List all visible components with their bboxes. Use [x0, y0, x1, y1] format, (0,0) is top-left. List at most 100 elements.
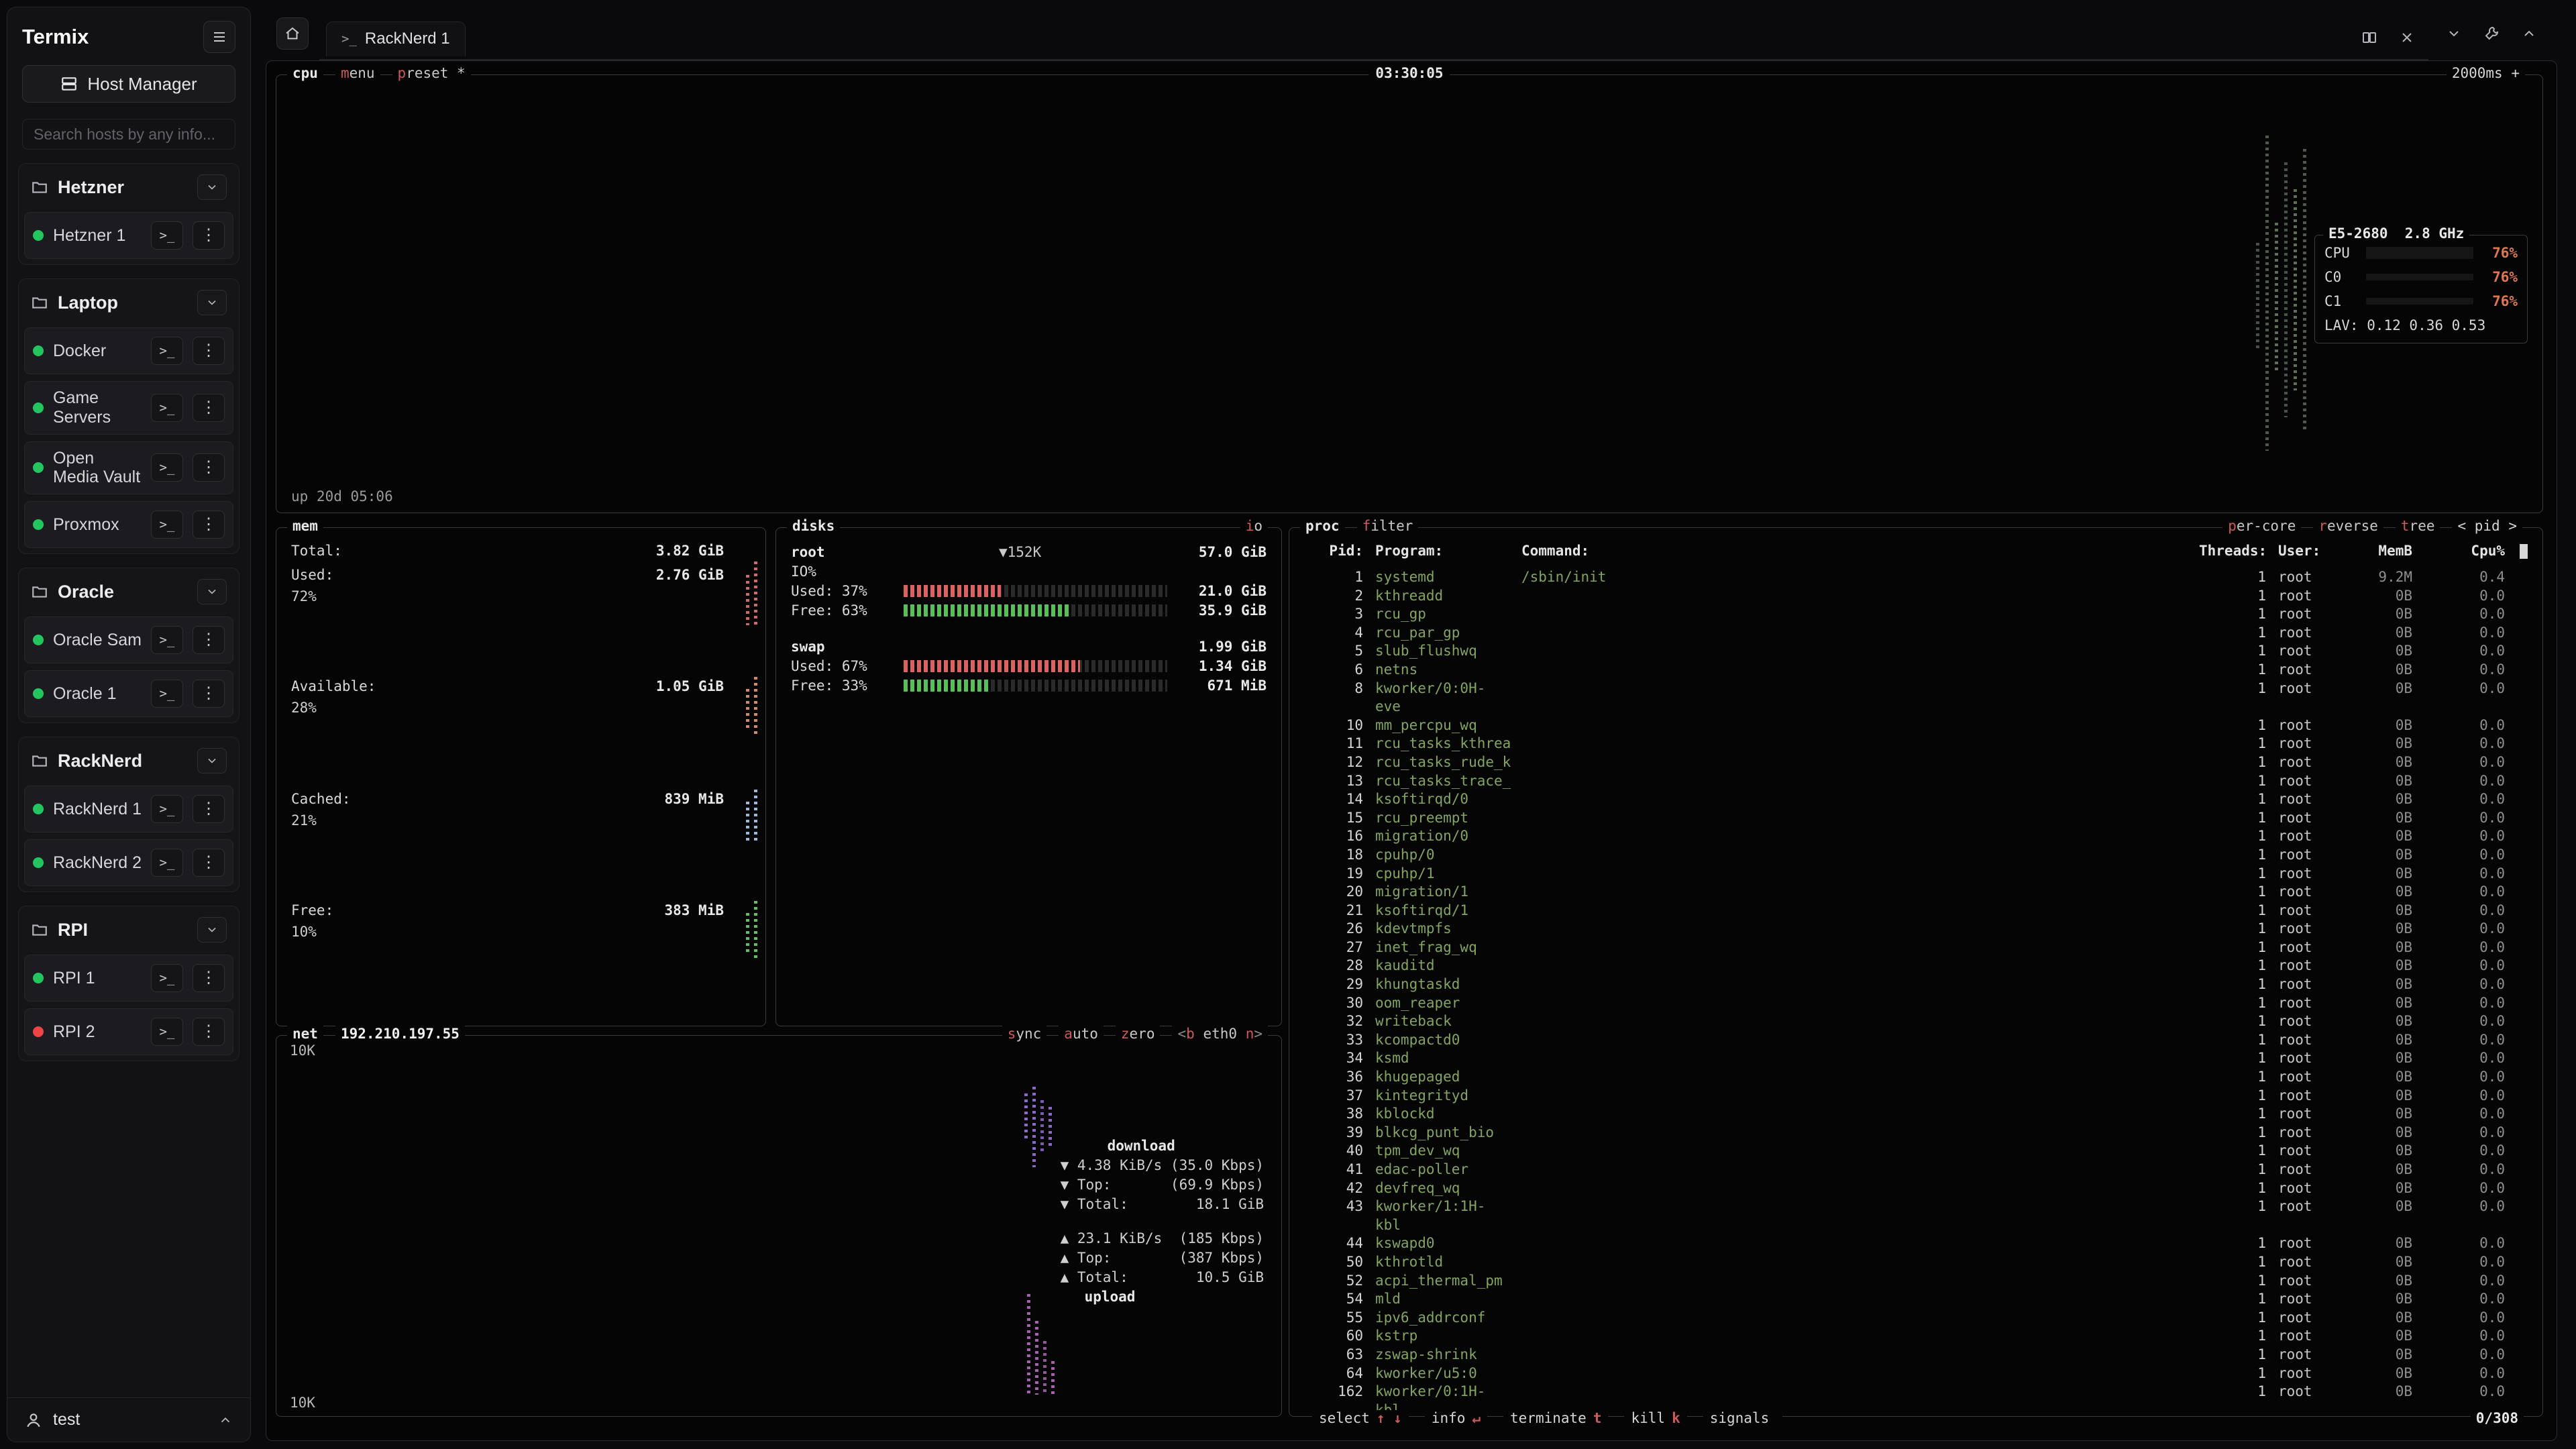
host-menu-button[interactable]: ⋮: [193, 337, 225, 365]
home-button[interactable]: [276, 17, 309, 50]
split-view-button[interactable]: [2355, 23, 2384, 52]
tree-toggle[interactable]: tree: [2396, 518, 2440, 534]
host-item[interactable]: Oracle 1 >_ ⋮: [24, 670, 233, 717]
chevron-up-icon[interactable]: [218, 1413, 233, 1428]
group-collapse-button[interactable]: [197, 579, 227, 604]
net-interface-switch[interactable]: <b eth0 n>: [1172, 1026, 1268, 1042]
reverse-toggle[interactable]: reverse: [2313, 518, 2383, 534]
group-header[interactable]: RackNerd: [24, 743, 233, 779]
filter-toggle[interactable]: filter: [1357, 518, 1419, 534]
host-menu-button[interactable]: ⋮: [193, 511, 225, 539]
process-row[interactable]: 28 kauditd 1 root 0B 0.0: [1289, 957, 2542, 975]
process-row[interactable]: 50 kthrotld 1 root 0B 0.0: [1289, 1253, 2542, 1272]
host-item[interactable]: RPI 2 >_ ⋮: [24, 1008, 233, 1055]
net-zero-toggle[interactable]: zero: [1116, 1026, 1161, 1042]
process-row[interactable]: 162 kworker/0:1H-kbl 1 root 0B 0.0: [1289, 1383, 2542, 1413]
footer-key[interactable]: terminate t: [1503, 1410, 1608, 1426]
process-row[interactable]: 64 kworker/u5:0 1 root 0B 0.0: [1289, 1364, 2542, 1383]
host-connect-button[interactable]: >_: [151, 221, 183, 250]
host-menu-button[interactable]: ⋮: [193, 680, 225, 708]
host-connect-button[interactable]: >_: [151, 795, 183, 823]
host-item[interactable]: RPI 1 >_ ⋮: [24, 955, 233, 1002]
host-menu-button[interactable]: ⋮: [193, 849, 225, 877]
process-row[interactable]: 39 blkcg_punt_bio 1 root 0B 0.0: [1289, 1124, 2542, 1142]
process-row[interactable]: 6 netns 1 root 0B 0.0: [1289, 661, 2542, 680]
host-menu-button[interactable]: ⋮: [193, 453, 225, 482]
process-row[interactable]: 52 acpi_thermal_pm 1 root 0B 0.0: [1289, 1272, 2542, 1291]
host-connect-button[interactable]: >_: [151, 626, 183, 654]
host-connect-button[interactable]: >_: [151, 1018, 183, 1046]
host-connect-button[interactable]: >_: [151, 337, 183, 365]
host-connect-button[interactable]: >_: [151, 849, 183, 877]
host-item[interactable]: Proxmox >_ ⋮: [24, 501, 233, 548]
process-row[interactable]: 33 kcompactd0 1 root 0B 0.0: [1289, 1031, 2542, 1050]
process-row[interactable]: 8 kworker/0:0H-eve 1 root 0B 0.0: [1289, 680, 2542, 716]
process-row[interactable]: 37 kintegrityd 1 root 0B 0.0: [1289, 1087, 2542, 1106]
process-row[interactable]: 54 mld 1 root 0B 0.0: [1289, 1290, 2542, 1309]
group-header[interactable]: Laptop: [24, 284, 233, 321]
host-connect-button[interactable]: >_: [151, 511, 183, 539]
process-row[interactable]: 1 systemd /sbin/init 1 root 9.2M 0.4: [1289, 568, 2542, 587]
process-row[interactable]: 16 migration/0 1 root 0B 0.0: [1289, 827, 2542, 846]
process-row[interactable]: 30 oom_reaper 1 root 0B 0.0: [1289, 994, 2542, 1013]
sidebar-footer[interactable]: test: [7, 1397, 250, 1442]
footer-key[interactable]: signals: [1703, 1410, 1783, 1426]
process-row[interactable]: 11 rcu_tasks_kthrea 1 root 0B 0.0: [1289, 735, 2542, 753]
process-row[interactable]: 36 khugepaged 1 root 0B 0.0: [1289, 1068, 2542, 1087]
process-row[interactable]: 5 slub_flushwq 1 root 0B 0.0: [1289, 642, 2542, 661]
host-manager-button[interactable]: Host Manager: [22, 65, 235, 103]
host-item[interactable]: Docker >_ ⋮: [24, 327, 233, 374]
process-row[interactable]: 2 kthreadd 1 root 0B 0.0: [1289, 587, 2542, 606]
process-row[interactable]: 34 ksmd 1 root 0B 0.0: [1289, 1049, 2542, 1068]
process-row[interactable]: 38 kblockd 1 root 0B 0.0: [1289, 1105, 2542, 1124]
net-sync-toggle[interactable]: sync: [1002, 1026, 1047, 1042]
host-item[interactable]: Game Servers >_ ⋮: [24, 381, 233, 435]
per-core-toggle[interactable]: per-core: [2222, 518, 2301, 534]
process-row[interactable]: 40 tpm_dev_wq 1 root 0B 0.0: [1289, 1142, 2542, 1161]
process-row[interactable]: 20 migration/1 1 root 0B 0.0: [1289, 883, 2542, 902]
host-connect-button[interactable]: >_: [151, 394, 183, 422]
group-collapse-button[interactable]: [197, 174, 227, 200]
process-row[interactable]: 3 rcu_gp 1 root 0B 0.0: [1289, 605, 2542, 624]
group-header[interactable]: RPI: [24, 912, 233, 948]
process-row[interactable]: 42 devfreq_wq 1 root 0B 0.0: [1289, 1179, 2542, 1198]
tab-racknerd-1[interactable]: >_ RackNerd 1: [326, 21, 466, 56]
process-row[interactable]: 44 kswapd0 1 root 0B 0.0: [1289, 1234, 2542, 1253]
group-collapse-button[interactable]: [197, 290, 227, 315]
footer-key[interactable]: select ↑ ↓: [1312, 1410, 1409, 1426]
tools-button[interactable]: [2477, 19, 2506, 48]
host-item[interactable]: RackNerd 2 >_ ⋮: [24, 839, 233, 886]
process-row[interactable]: 41 edac-poller 1 root 0B 0.0: [1289, 1161, 2542, 1179]
net-auto-toggle[interactable]: auto: [1059, 1026, 1104, 1042]
search-input[interactable]: [22, 119, 235, 150]
host-item[interactable]: Oracle Sam >_ ⋮: [24, 616, 233, 663]
host-item[interactable]: RackNerd 1 >_ ⋮: [24, 786, 233, 833]
expand-button[interactable]: [2514, 19, 2544, 48]
process-row[interactable]: 19 cpuhp/1 1 root 0B 0.0: [1289, 865, 2542, 883]
process-row[interactable]: 29 khungtaskd 1 root 0B 0.0: [1289, 975, 2542, 994]
host-menu-button[interactable]: ⋮: [193, 394, 225, 422]
process-row[interactable]: 27 inet_frag_wq 1 root 0B 0.0: [1289, 938, 2542, 957]
process-row[interactable]: 63 zswap-shrink 1 root 0B 0.0: [1289, 1346, 2542, 1364]
host-menu-button[interactable]: ⋮: [193, 626, 225, 654]
process-row[interactable]: 10 mm_percpu_wq 1 root 0B 0.0: [1289, 716, 2542, 735]
process-row[interactable]: 12 rcu_tasks_rude_k 1 root 0B 0.0: [1289, 753, 2542, 772]
group-header[interactable]: Oracle: [24, 574, 233, 610]
sort-selector[interactable]: < pid >: [2452, 518, 2522, 534]
host-menu-button[interactable]: ⋮: [193, 1018, 225, 1046]
terminal[interactable]: cpu menu preset * 03:30:05 2000ms + up 2…: [266, 60, 2557, 1441]
process-row[interactable]: 14 ksoftirqd/0 1 root 0B 0.0: [1289, 790, 2542, 809]
host-menu-button[interactable]: ⋮: [193, 795, 225, 823]
host-item[interactable]: Hetzner 1 >_ ⋮: [24, 212, 233, 259]
process-row[interactable]: 4 rcu_par_gp 1 root 0B 0.0: [1289, 624, 2542, 643]
process-row[interactable]: 21 ksoftirqd/1 1 root 0B 0.0: [1289, 902, 2542, 920]
menu-toggle[interactable]: menu: [335, 65, 380, 81]
process-row[interactable]: 43 kworker/1:1H-kbl 1 root 0B 0.0: [1289, 1197, 2542, 1234]
process-row[interactable]: 15 rcu_preempt 1 root 0B 0.0: [1289, 809, 2542, 828]
close-tab-button[interactable]: [2392, 23, 2422, 52]
footer-key[interactable]: kill k: [1624, 1410, 1686, 1426]
host-item[interactable]: Open Media Vault >_ ⋮: [24, 441, 233, 495]
group-collapse-button[interactable]: [197, 748, 227, 773]
process-row[interactable]: 32 writeback 1 root 0B 0.0: [1289, 1012, 2542, 1031]
process-row[interactable]: 18 cpuhp/0 1 root 0B 0.0: [1289, 846, 2542, 865]
